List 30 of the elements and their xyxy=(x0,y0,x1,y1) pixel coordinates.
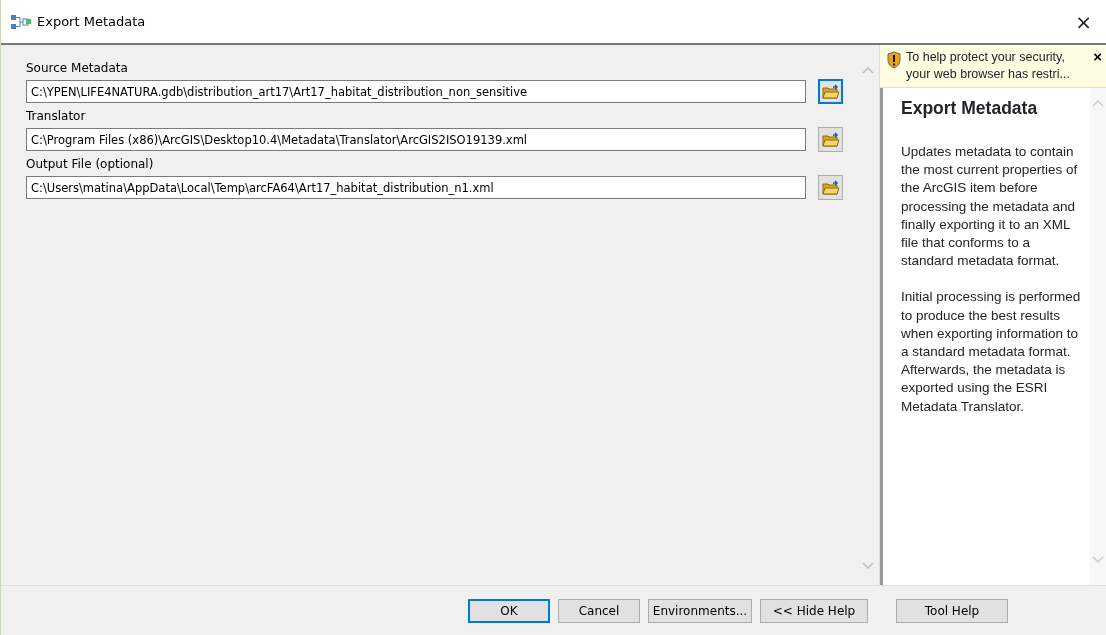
dialog-button[interactable]: Cancel xyxy=(558,598,640,623)
dialog-button[interactable]: Tool Help xyxy=(896,598,1008,623)
browse-button[interactable] xyxy=(818,79,843,104)
dialog-button[interactable]: OK xyxy=(468,598,550,623)
help-paragraph: Initial processing is performed to produce the best results when exporting information to a standard metadata format. Afterwards, the metadata is exported using the ESRI Metadata Translator. xyxy=(901,288,1082,416)
notice-text: To help protect your security, your web browser has restri... xyxy=(906,49,1071,83)
shield-warning-icon xyxy=(886,51,902,69)
field-label: Translator xyxy=(26,108,87,125)
folder-icon xyxy=(821,131,840,148)
window-title: Export Metadata xyxy=(37,12,146,31)
path-field[interactable]: C:\YPEN\LIFE4NATURA.gdb\distribution_art17\Art17_habitat_distribution_non_sensitive xyxy=(26,80,806,103)
help-title: Export Metadata xyxy=(901,98,1039,119)
scroll-up-icon[interactable] xyxy=(860,65,875,75)
browse-button[interactable] xyxy=(818,127,843,152)
close-button[interactable]: × xyxy=(1071,11,1096,32)
scroll-down-icon[interactable] xyxy=(1091,555,1105,565)
tool-icon xyxy=(11,14,31,29)
folder-icon xyxy=(821,83,840,100)
field-label: Output File (optional) xyxy=(26,156,155,173)
path-field[interactable]: C:\Users\matina\AppData\Local\Temp\arcFA64\Art17_habitat_distribution_n1.xml xyxy=(26,176,806,199)
help-paragraph: Updates metadata to contain the most current properties of the ArcGIS item before processing the metadata and finally exporting it to an XML file that conforms to a standard metadata format. xyxy=(901,143,1079,271)
scroll-up-icon[interactable] xyxy=(1091,98,1105,108)
scroll-down-icon[interactable] xyxy=(860,561,875,571)
close-button[interactable]: × xyxy=(1093,49,1102,64)
browse-button[interactable] xyxy=(818,175,843,200)
folder-icon xyxy=(821,179,840,196)
field-label: Source Metadata xyxy=(26,60,129,77)
dialog-button[interactable]: Environments... xyxy=(648,598,752,623)
path-field[interactable]: C:\Program Files (x86)\ArcGIS\Desktop10.4\Metadata\Translator\ArcGIS2ISO19139.xml xyxy=(26,128,806,151)
dialog-button[interactable]: << Hide Help xyxy=(760,598,868,623)
